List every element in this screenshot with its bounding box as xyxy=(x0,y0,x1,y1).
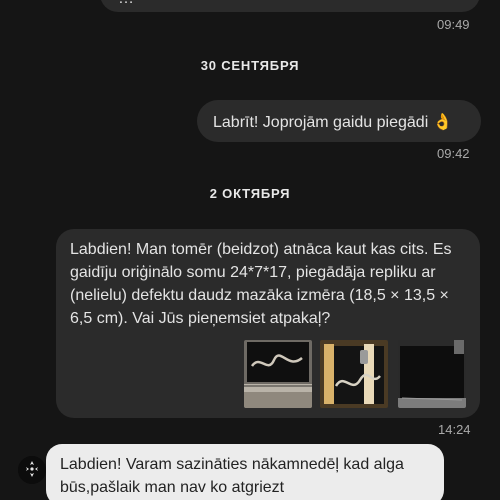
message-bubble-outgoing[interactable]: Labrīt! Joprojām gaidu piegādi 👌 xyxy=(197,100,481,142)
date-separator: 2 ОКТЯБРЯ xyxy=(209,186,291,201)
message-text: Labdien! Varam sazināties nākamnedēļ kad… xyxy=(60,456,404,496)
date-separator: 30 СЕНТЯБРЯ xyxy=(200,58,300,73)
photo-thumbnail[interactable] xyxy=(398,340,466,408)
message-time: 14:24 xyxy=(438,422,471,437)
message-bubble-outgoing-partial[interactable]: … xyxy=(100,0,480,12)
seller-avatar-icon xyxy=(18,456,46,484)
message-bubble-incoming[interactable]: Labdien! Varam sazināties nākamnedēļ kad… xyxy=(46,444,444,500)
message-text: Labrīt! Joprojām gaidu piegādi 👌 xyxy=(213,114,453,131)
message-time: 09:42 xyxy=(437,146,470,161)
message-text: … xyxy=(118,0,134,8)
seller-avatar[interactable] xyxy=(18,456,46,484)
photo-bag-ruler-icon xyxy=(320,340,388,408)
photo-thumbnail[interactable] xyxy=(244,340,312,408)
message-bubble-outgoing-with-photos[interactable]: Labdien! Man tomēr (beidzot) atnāca kaut… xyxy=(56,229,480,418)
photo-black-leather-icon xyxy=(398,340,466,408)
message-time: 09:49 xyxy=(437,17,470,32)
photo-thumbnail[interactable] xyxy=(320,340,388,408)
photo-black-bag-logo-icon xyxy=(244,340,312,408)
message-text: Labdien! Man tomēr (beidzot) atnāca kaut… xyxy=(70,241,452,327)
